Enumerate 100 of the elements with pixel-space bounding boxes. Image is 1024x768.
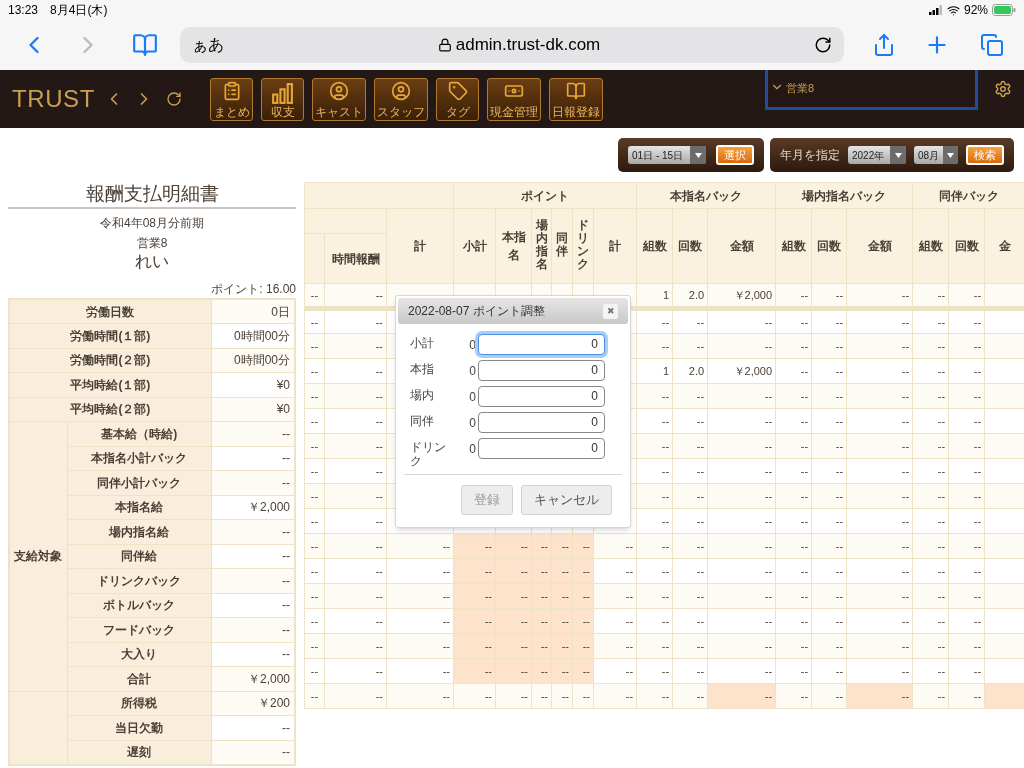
- table-cell: --: [304, 333, 325, 359]
- field-label: ドリンク: [410, 439, 447, 468]
- address-bar[interactable]: ぁあ admin.trust-dk.com: [180, 27, 844, 63]
- row-label: 基本給（時給): [67, 421, 212, 446]
- toolbar-button[interactable]: スタッフ: [374, 77, 428, 121]
- user-menu[interactable]: 営業8: [765, 70, 978, 110]
- wifi-icon: [946, 3, 960, 17]
- row-label: 労働時間(１部): [9, 323, 212, 348]
- person-icon: [329, 80, 349, 101]
- input-field[interactable]: 0: [478, 438, 605, 459]
- row-label: ドリンクバック: [67, 568, 212, 593]
- current-value: 0: [468, 363, 477, 380]
- row-label: フードバック: [67, 617, 212, 642]
- column-header: 金: [984, 208, 1024, 284]
- toolbar-button[interactable]: 収支: [261, 77, 304, 121]
- select-dropdown[interactable]: 01日 - 15日: [628, 146, 706, 164]
- field-label: 場内: [410, 387, 435, 402]
- battery-icon: [992, 4, 1016, 16]
- refresh-icon[interactable]: [166, 91, 182, 107]
- statement-period: 令和4年08月分前期: [99, 215, 205, 232]
- current-value: 0: [468, 415, 477, 432]
- status-date: 8月4日(木): [50, 2, 108, 19]
- table-cell: --: [304, 508, 325, 534]
- toolbar-button[interactable]: タグ: [436, 77, 479, 121]
- row-label: 平均時給(１部): [9, 372, 212, 397]
- bar-chart-icon: [270, 80, 295, 106]
- group-header: 場内指名バック: [775, 182, 913, 209]
- row-value: --: [211, 593, 295, 618]
- row-label: 遅刻: [67, 740, 212, 765]
- tag-icon: [447, 80, 468, 101]
- toolbar-button[interactable]: 日報登録: [549, 77, 603, 121]
- dialog-button[interactable]: キャンセル: [521, 485, 612, 515]
- field-label: 本指: [410, 361, 435, 376]
- table-cell: --: [304, 408, 325, 434]
- input-field[interactable]: 0: [478, 386, 605, 407]
- toolbar-button[interactable]: 現金管理: [487, 77, 541, 121]
- table-cell: --: [304, 658, 325, 684]
- settings-icon[interactable]: [994, 80, 1012, 98]
- person-icon: [391, 80, 411, 101]
- input-field[interactable]: 0: [478, 412, 605, 433]
- column-header: 組数: [636, 208, 673, 284]
- column-header: 金額: [707, 208, 776, 284]
- table-cell: --: [304, 533, 325, 559]
- table-cell: --: [304, 633, 325, 659]
- column-header: 回数: [672, 208, 708, 284]
- field-label: 小計: [410, 335, 435, 350]
- field-label: 同伴: [410, 413, 435, 428]
- column-header: 本指名: [495, 208, 532, 284]
- input-field[interactable]: 0: [478, 360, 605, 381]
- table-cell: --: [304, 358, 325, 384]
- bookmarks-icon[interactable]: [132, 32, 158, 58]
- row-label: 大入り: [67, 642, 212, 667]
- row-value: 0時間00分: [211, 348, 295, 373]
- table-cell: --: [304, 483, 325, 509]
- table-cell: --: [304, 283, 325, 309]
- text-size-button[interactable]: ぁあ: [192, 33, 224, 57]
- share-icon[interactable]: [872, 33, 896, 57]
- toolbar-button[interactable]: まとめ: [210, 77, 253, 121]
- row-label: 労働時間(２部): [9, 348, 212, 373]
- statement-title: 報酬支払明細書: [84, 182, 220, 206]
- row-label: 本指名給: [67, 495, 212, 520]
- caret-icon: [947, 152, 955, 158]
- filter-label: 年月を指定: [780, 147, 840, 164]
- column-header: 金額: [846, 208, 913, 284]
- table-cell: --: [304, 608, 325, 634]
- table-cell: --: [304, 383, 325, 409]
- table-cell: --: [304, 433, 325, 459]
- row-label: 労働日数: [9, 299, 212, 324]
- url-text: admin.trust-dk.com: [455, 34, 601, 57]
- column-header: 回数: [948, 208, 985, 284]
- column-header: 組数: [775, 208, 812, 284]
- caret-icon: [894, 152, 902, 158]
- row-label: 平均時給(２部): [9, 397, 212, 422]
- column-header: 計: [593, 208, 637, 284]
- toolbar-button[interactable]: キャスト: [312, 77, 366, 121]
- row-value: --: [211, 642, 295, 667]
- reload-icon[interactable]: [814, 36, 832, 54]
- row-label: 所得税: [67, 691, 212, 716]
- points-total: ポイント: 16.00: [210, 281, 296, 298]
- clock-time: 13:23: [8, 2, 39, 19]
- row-value: ￥200: [211, 691, 295, 716]
- tabs-icon[interactable]: [980, 33, 1004, 57]
- row-label: 同伴給: [67, 544, 212, 569]
- row-label: 同伴小計バック: [67, 470, 212, 495]
- group-header: ポイント: [453, 182, 637, 209]
- current-value: 0: [468, 337, 477, 354]
- close-button[interactable]: ✖: [603, 303, 618, 319]
- select-dropdown[interactable]: 2022年: [848, 146, 906, 164]
- row-value: --: [211, 446, 295, 471]
- select-dropdown[interactable]: 08月: [914, 146, 958, 164]
- dialog-title: 2022-08-07 ポイント調整: [408, 303, 545, 320]
- row-label: 当日欠勤: [67, 715, 212, 740]
- group-header: 本指名バック: [636, 182, 776, 209]
- input-field[interactable]: 0: [478, 334, 605, 355]
- column-header: 時間報酬: [324, 233, 387, 284]
- current-value: 0: [468, 389, 477, 406]
- column-header: 計: [386, 208, 454, 284]
- caret-icon: [694, 152, 702, 158]
- column-header: 回数: [811, 208, 847, 284]
- staff-name: 営業8: [135, 235, 169, 252]
